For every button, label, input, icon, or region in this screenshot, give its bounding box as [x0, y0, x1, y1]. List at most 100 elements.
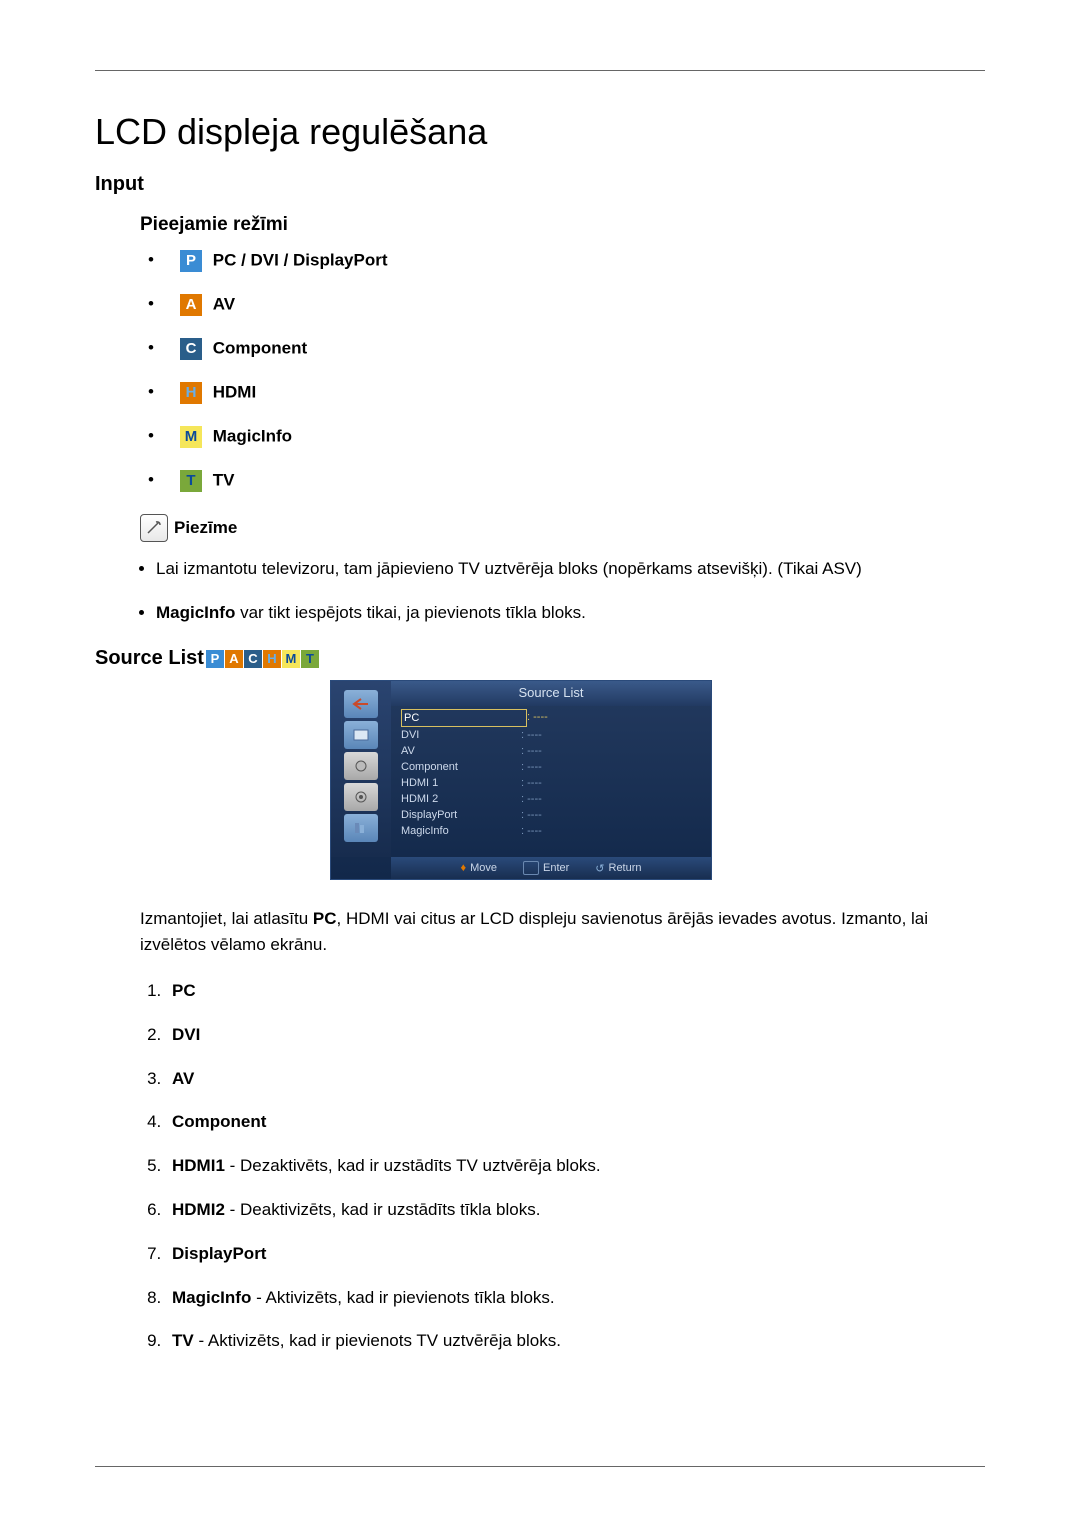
source-list-heading-row: Source List P A C H M T — [95, 647, 985, 670]
osd-label: DVI — [401, 727, 521, 743]
mode-component: C Component — [140, 338, 985, 360]
input-heading: Input — [95, 173, 985, 196]
mode-hdmi: H HDMI — [140, 382, 985, 404]
intro-bold: PC — [313, 909, 337, 928]
list-item: HDMI1 - Dezaktivēts, kad ir uzstādīts TV… — [166, 1154, 985, 1178]
note-list: Lai izmantotu televizoru, tam jāpievieno… — [140, 556, 985, 625]
mode-label: HDMI — [213, 382, 256, 401]
list-item: MagicInfo - Aktivizēts, kad ir pievienot… — [166, 1286, 985, 1310]
mode-label: AV — [213, 294, 235, 313]
osd-screenshot: Source List PC: ---- DVI: ---- AV: ---- … — [330, 680, 712, 880]
osd-side-icon — [344, 721, 378, 749]
note-text: var tikt iespējots tikai, ja pievienots … — [235, 603, 586, 622]
m-icon: M — [180, 426, 202, 448]
list-item: HDMI2 - Deaktivizēts, kad ir uzstādīts t… — [166, 1198, 985, 1222]
list-bold: PC — [172, 981, 196, 1000]
source-list-heading: Source List — [95, 647, 204, 670]
mode-label: PC / DVI / DisplayPort — [213, 250, 388, 269]
list-bold: HDMI2 — [172, 1200, 225, 1219]
osd-side-icon — [344, 690, 378, 718]
heading-icon-row: P A C H M T — [206, 650, 320, 668]
c-icon: C — [244, 650, 262, 668]
footer-divider — [95, 1466, 985, 1467]
osd-label: AV — [401, 743, 521, 759]
osd-row: HDMI 2: ---- — [401, 791, 701, 807]
mode-pc: P PC / DVI / DisplayPort — [140, 250, 985, 272]
c-icon: C — [180, 338, 202, 360]
note-item: Lai izmantotu televizoru, tam jāpievieno… — [156, 556, 985, 582]
osd-row: DVI: ---- — [401, 727, 701, 743]
intro-text: Izmantojiet, lai atlasītu — [140, 909, 313, 928]
list-item: TV - Aktivizēts, kad ir pievienots TV uz… — [166, 1329, 985, 1353]
osd-side-icon — [344, 814, 378, 842]
h-icon: H — [263, 650, 281, 668]
note-item: MagicInfo var tikt iespējots tikai, ja p… — [156, 600, 985, 626]
list-bold: HDMI1 — [172, 1156, 225, 1175]
list-bold: Component — [172, 1112, 266, 1131]
list-item: DisplayPort — [166, 1242, 985, 1266]
osd-row: Component: ---- — [401, 759, 701, 775]
note-bold: MagicInfo — [156, 603, 235, 622]
osd-sidebar — [331, 681, 391, 857]
osd-label: HDMI 1 — [401, 775, 521, 791]
osd-label: PC — [401, 709, 527, 727]
mode-label: Component — [213, 338, 307, 357]
osd-val: : ---- — [521, 791, 542, 807]
mode-label: TV — [213, 470, 235, 489]
modes-heading: Pieejamie režīmi — [140, 214, 985, 236]
osd-row: DisplayPort: ---- — [401, 807, 701, 823]
note-label: Piezīme — [174, 518, 237, 538]
t-icon: T — [301, 650, 319, 668]
mode-label: MagicInfo — [213, 426, 292, 445]
osd-val: : ---- — [521, 759, 542, 775]
osd-row-selected: PC: ---- — [401, 709, 701, 727]
p-icon: P — [180, 250, 202, 272]
page: LCD displeja regulēšana Input Pieejamie … — [0, 0, 1080, 1527]
osd-val: : ---- — [521, 743, 542, 759]
osd-row: MagicInfo: ---- — [401, 823, 701, 839]
osd-label: MagicInfo — [401, 823, 521, 839]
h-icon: H — [180, 382, 202, 404]
p-icon: P — [206, 650, 224, 668]
list-text: - Dezaktivēts, kad ir uzstādīts TV uztvē… — [225, 1156, 601, 1175]
osd-label: DisplayPort — [401, 807, 521, 823]
mode-av: A AV — [140, 294, 985, 316]
osd-body: PC: ---- DVI: ---- AV: ---- Component: -… — [401, 709, 701, 853]
list-text: - Aktivizēts, kad ir pievienots tīkla bl… — [251, 1288, 554, 1307]
osd-side-icon — [344, 752, 378, 780]
list-bold: MagicInfo — [172, 1288, 251, 1307]
a-icon: A — [225, 650, 243, 668]
list-text: - Aktivizēts, kad ir pievienots TV uztvē… — [194, 1331, 561, 1350]
page-title: LCD displeja regulēšana — [95, 111, 985, 153]
t-icon: T — [180, 470, 202, 492]
osd-footer: ♦Move Enter ↺Return — [391, 857, 711, 879]
osd-row: AV: ---- — [401, 743, 701, 759]
osd-label: HDMI 2 — [401, 791, 521, 807]
osd-row: HDMI 1: ---- — [401, 775, 701, 791]
osd-hint-move: ♦Move — [460, 862, 497, 874]
osd-label: Component — [401, 759, 521, 775]
note-header: Piezīme — [140, 514, 985, 542]
list-item: AV — [166, 1067, 985, 1091]
osd-hint-enter: Enter — [523, 861, 569, 875]
list-bold: DisplayPort — [172, 1244, 266, 1263]
list-bold: TV — [172, 1331, 194, 1350]
header-divider — [95, 70, 985, 71]
osd-title: Source List — [391, 681, 711, 706]
osd-side-icon — [344, 783, 378, 811]
note-icon — [140, 514, 168, 542]
osd-val: : ---- — [527, 709, 548, 727]
m-icon: M — [282, 650, 300, 668]
list-item: PC — [166, 979, 985, 1003]
osd-val: : ---- — [521, 775, 542, 791]
osd-val: : ---- — [521, 823, 542, 839]
source-intro: Izmantojiet, lai atlasītu PC, HDMI vai c… — [140, 906, 985, 957]
list-text: - Deaktivizēts, kad ir uzstādīts tīkla b… — [225, 1200, 541, 1219]
modes-list: P PC / DVI / DisplayPort A AV C Componen… — [140, 250, 985, 492]
osd-hint-return: ↺Return — [595, 862, 641, 875]
list-bold: DVI — [172, 1025, 200, 1044]
osd-val: : ---- — [521, 807, 542, 823]
source-numbered-list: PC DVI AV Component HDMI1 - Dezaktivēts,… — [140, 979, 985, 1353]
list-bold: AV — [172, 1069, 194, 1088]
mode-tv: T TV — [140, 470, 985, 492]
